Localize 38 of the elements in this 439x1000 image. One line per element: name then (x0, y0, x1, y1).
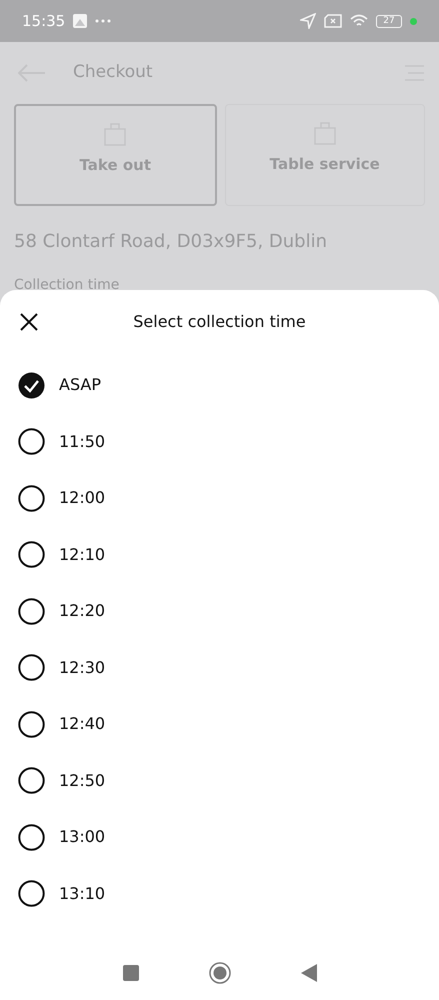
more-icon (95, 19, 112, 23)
time-label: 12:10 (59, 544, 106, 566)
time-label: 11:50 (59, 430, 106, 453)
option-label: Take out (79, 155, 152, 176)
camera-dot-icon (410, 18, 417, 24)
section-label: Collection time (14, 276, 120, 290)
time-option[interactable]: 12:50 (0, 752, 439, 809)
sheet-title: Select collection time (133, 311, 306, 333)
sim-icon (324, 14, 342, 28)
time-option[interactable]: 12:40 (0, 696, 439, 752)
time-label: 12:50 (59, 770, 106, 792)
time-label: ASAP (59, 374, 101, 396)
time-option[interactable]: 13:10 (0, 866, 439, 922)
time-option[interactable]: ASAP (0, 357, 439, 414)
back-icon[interactable] (300, 964, 316, 982)
battery-indicator: 27 (376, 14, 402, 28)
time-option[interactable]: 13:00 (0, 809, 439, 866)
address-text: 58 Clontarf Road, D03x9F5, Dublin (14, 230, 328, 254)
location-icon (300, 13, 316, 29)
time-label: 12:30 (59, 656, 106, 679)
close-icon[interactable] (20, 313, 38, 331)
home-icon[interactable] (208, 962, 230, 984)
time-option[interactable]: 11:50 (0, 414, 439, 470)
time-label: 13:00 (59, 826, 106, 848)
time-label: 12:20 (59, 600, 106, 622)
time-label: 13:10 (59, 882, 106, 905)
gallery-icon (73, 14, 88, 28)
time-option[interactable]: 12:10 (0, 526, 439, 583)
clock: 15:35 (22, 10, 66, 32)
time-label: 12:00 (59, 487, 106, 510)
option-label: Table service (270, 154, 380, 175)
wifi-icon (350, 14, 368, 28)
time-option[interactable]: 12:30 (0, 640, 439, 696)
time-label: 12:40 (59, 713, 106, 736)
recents-icon[interactable] (122, 964, 138, 980)
page-title: Checkout (73, 61, 153, 84)
time-option[interactable]: 12:00 (0, 470, 439, 526)
time-option[interactable]: 12:20 (0, 583, 439, 640)
